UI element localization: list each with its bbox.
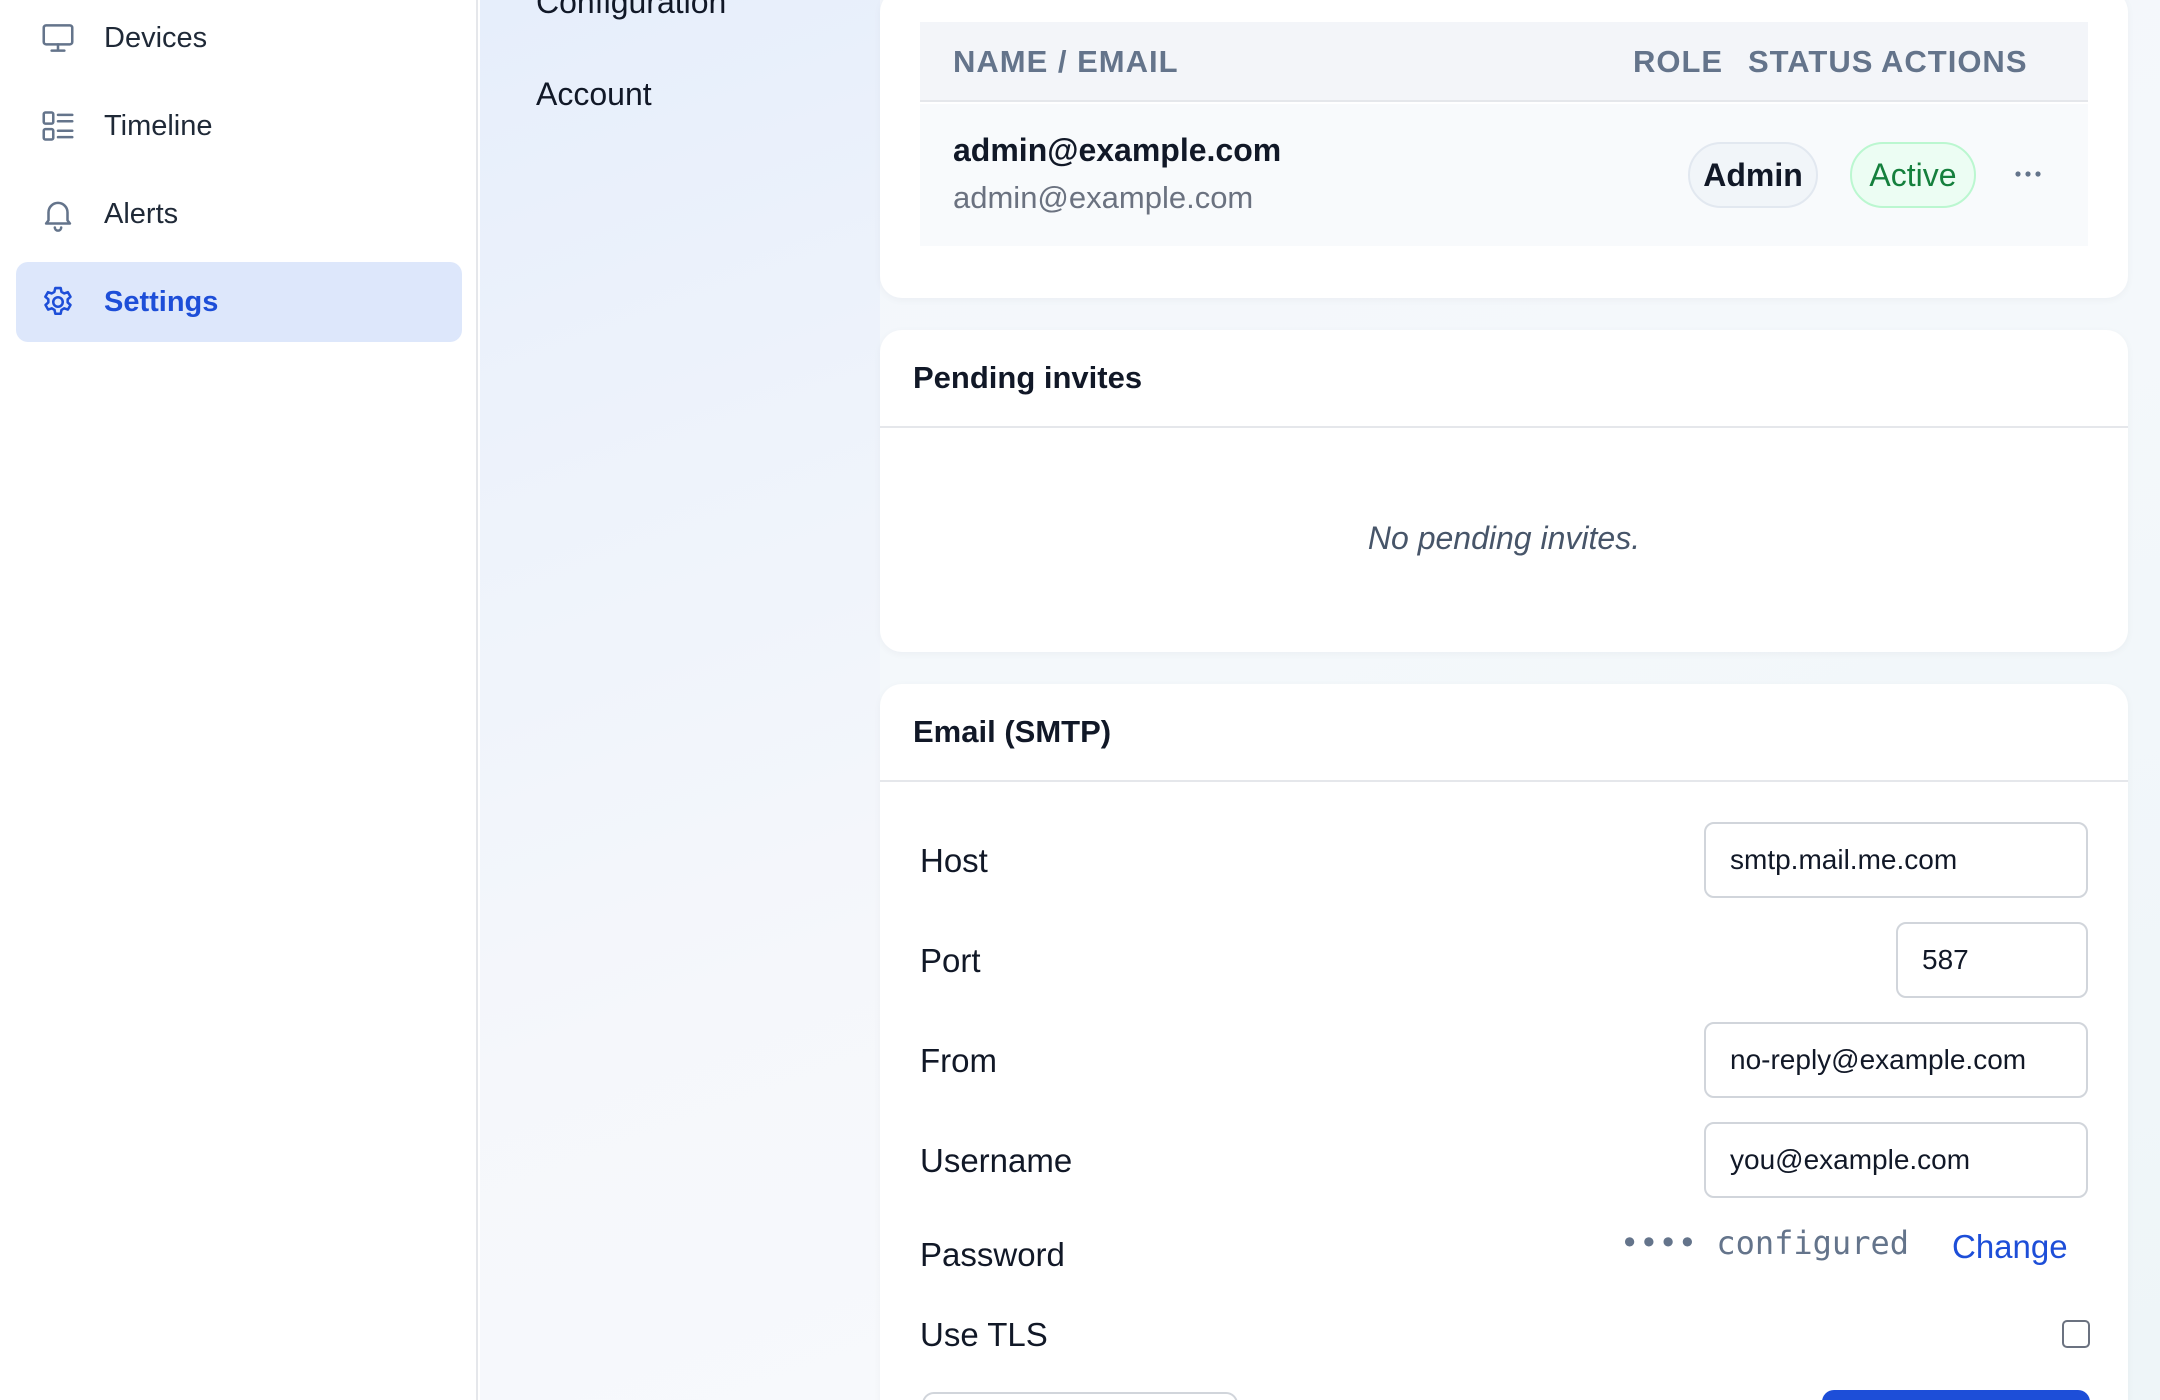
host-label: Host — [920, 842, 988, 879]
main-content: NAME / EMAIL ROLE STATUS ACTIONS admin@e… — [880, 0, 2160, 1400]
password-label: Password — [920, 1236, 1065, 1273]
role-badge: Admin — [1688, 142, 1818, 208]
sidebar-item-label: Timeline — [104, 109, 213, 142]
timeline-list-icon — [38, 106, 78, 146]
row-actions-button[interactable] — [2002, 148, 2054, 200]
tls-label: Use TLS — [920, 1316, 1048, 1353]
subnav-item-configuration[interactable]: Configuration — [536, 0, 726, 21]
status-badge: Active — [1850, 142, 1976, 208]
port-label: Port — [920, 942, 981, 979]
sidebar-item-label: Devices — [104, 21, 208, 54]
more-horizontal-icon — [2015, 171, 2041, 177]
secondary-action-button[interactable] — [922, 1392, 1238, 1400]
gear-icon — [38, 282, 78, 322]
card-title: Email (SMTP) — [913, 714, 1112, 749]
use-tls-checkbox[interactable] — [2062, 1320, 2090, 1348]
users-card: NAME / EMAIL ROLE STATUS ACTIONS admin@e… — [880, 0, 2128, 298]
column-header-name-email: NAME / EMAIL — [953, 44, 1179, 79]
from-input[interactable] — [1704, 1022, 2088, 1098]
monitor-icon — [38, 18, 78, 58]
change-password-link[interactable]: Change — [1952, 1228, 2068, 1266]
host-input[interactable] — [1704, 822, 2088, 898]
bell-icon — [38, 194, 78, 234]
username-label: Username — [920, 1142, 1073, 1179]
column-header-role: ROLE — [1633, 44, 1724, 79]
column-header-actions: ACTIONS — [1881, 44, 2028, 79]
sidebar-item-timeline[interactable]: Timeline — [16, 86, 462, 166]
subnav-item-account[interactable]: Account — [536, 76, 652, 113]
divider — [880, 780, 2128, 782]
smtp-card: Email (SMTP) Host Port From Username Pas… — [880, 684, 2128, 1400]
card-title: Pending invites — [913, 360, 1143, 395]
users-table-header: NAME / EMAIL ROLE STATUS ACTIONS — [920, 22, 2088, 102]
username-input[interactable] — [1704, 1122, 2088, 1198]
column-header-status: STATUS — [1748, 44, 1874, 79]
sidebar-item-devices[interactable]: Devices — [16, 0, 462, 78]
password-status: •••• configured — [1620, 1224, 1909, 1262]
settings-subnav: Configuration Account — [480, 0, 880, 1400]
sidebar-item-alerts[interactable]: Alerts — [16, 174, 462, 254]
primary-sidebar: Devices Timeline Alerts Settings — [0, 0, 478, 1400]
divider — [880, 426, 2128, 428]
primary-action-button[interactable] — [1822, 1390, 2090, 1400]
pending-invites-card: Pending invites No pending invites. — [880, 330, 2128, 652]
sidebar-item-label: Alerts — [104, 197, 179, 230]
sidebar-item-settings[interactable]: Settings — [16, 262, 462, 342]
app-window: Devices Timeline Alerts Settings Configu… — [0, 0, 2160, 1400]
user-name: admin@example.com — [953, 132, 1282, 168]
table-row: admin@example.com admin@example.com Admi… — [920, 104, 2088, 246]
port-input[interactable] — [1896, 922, 2088, 998]
user-email: admin@example.com — [953, 180, 1254, 215]
empty-state-message: No pending invites. — [1367, 520, 1641, 556]
sidebar-item-label: Settings — [104, 285, 219, 318]
from-label: From — [920, 1042, 997, 1079]
